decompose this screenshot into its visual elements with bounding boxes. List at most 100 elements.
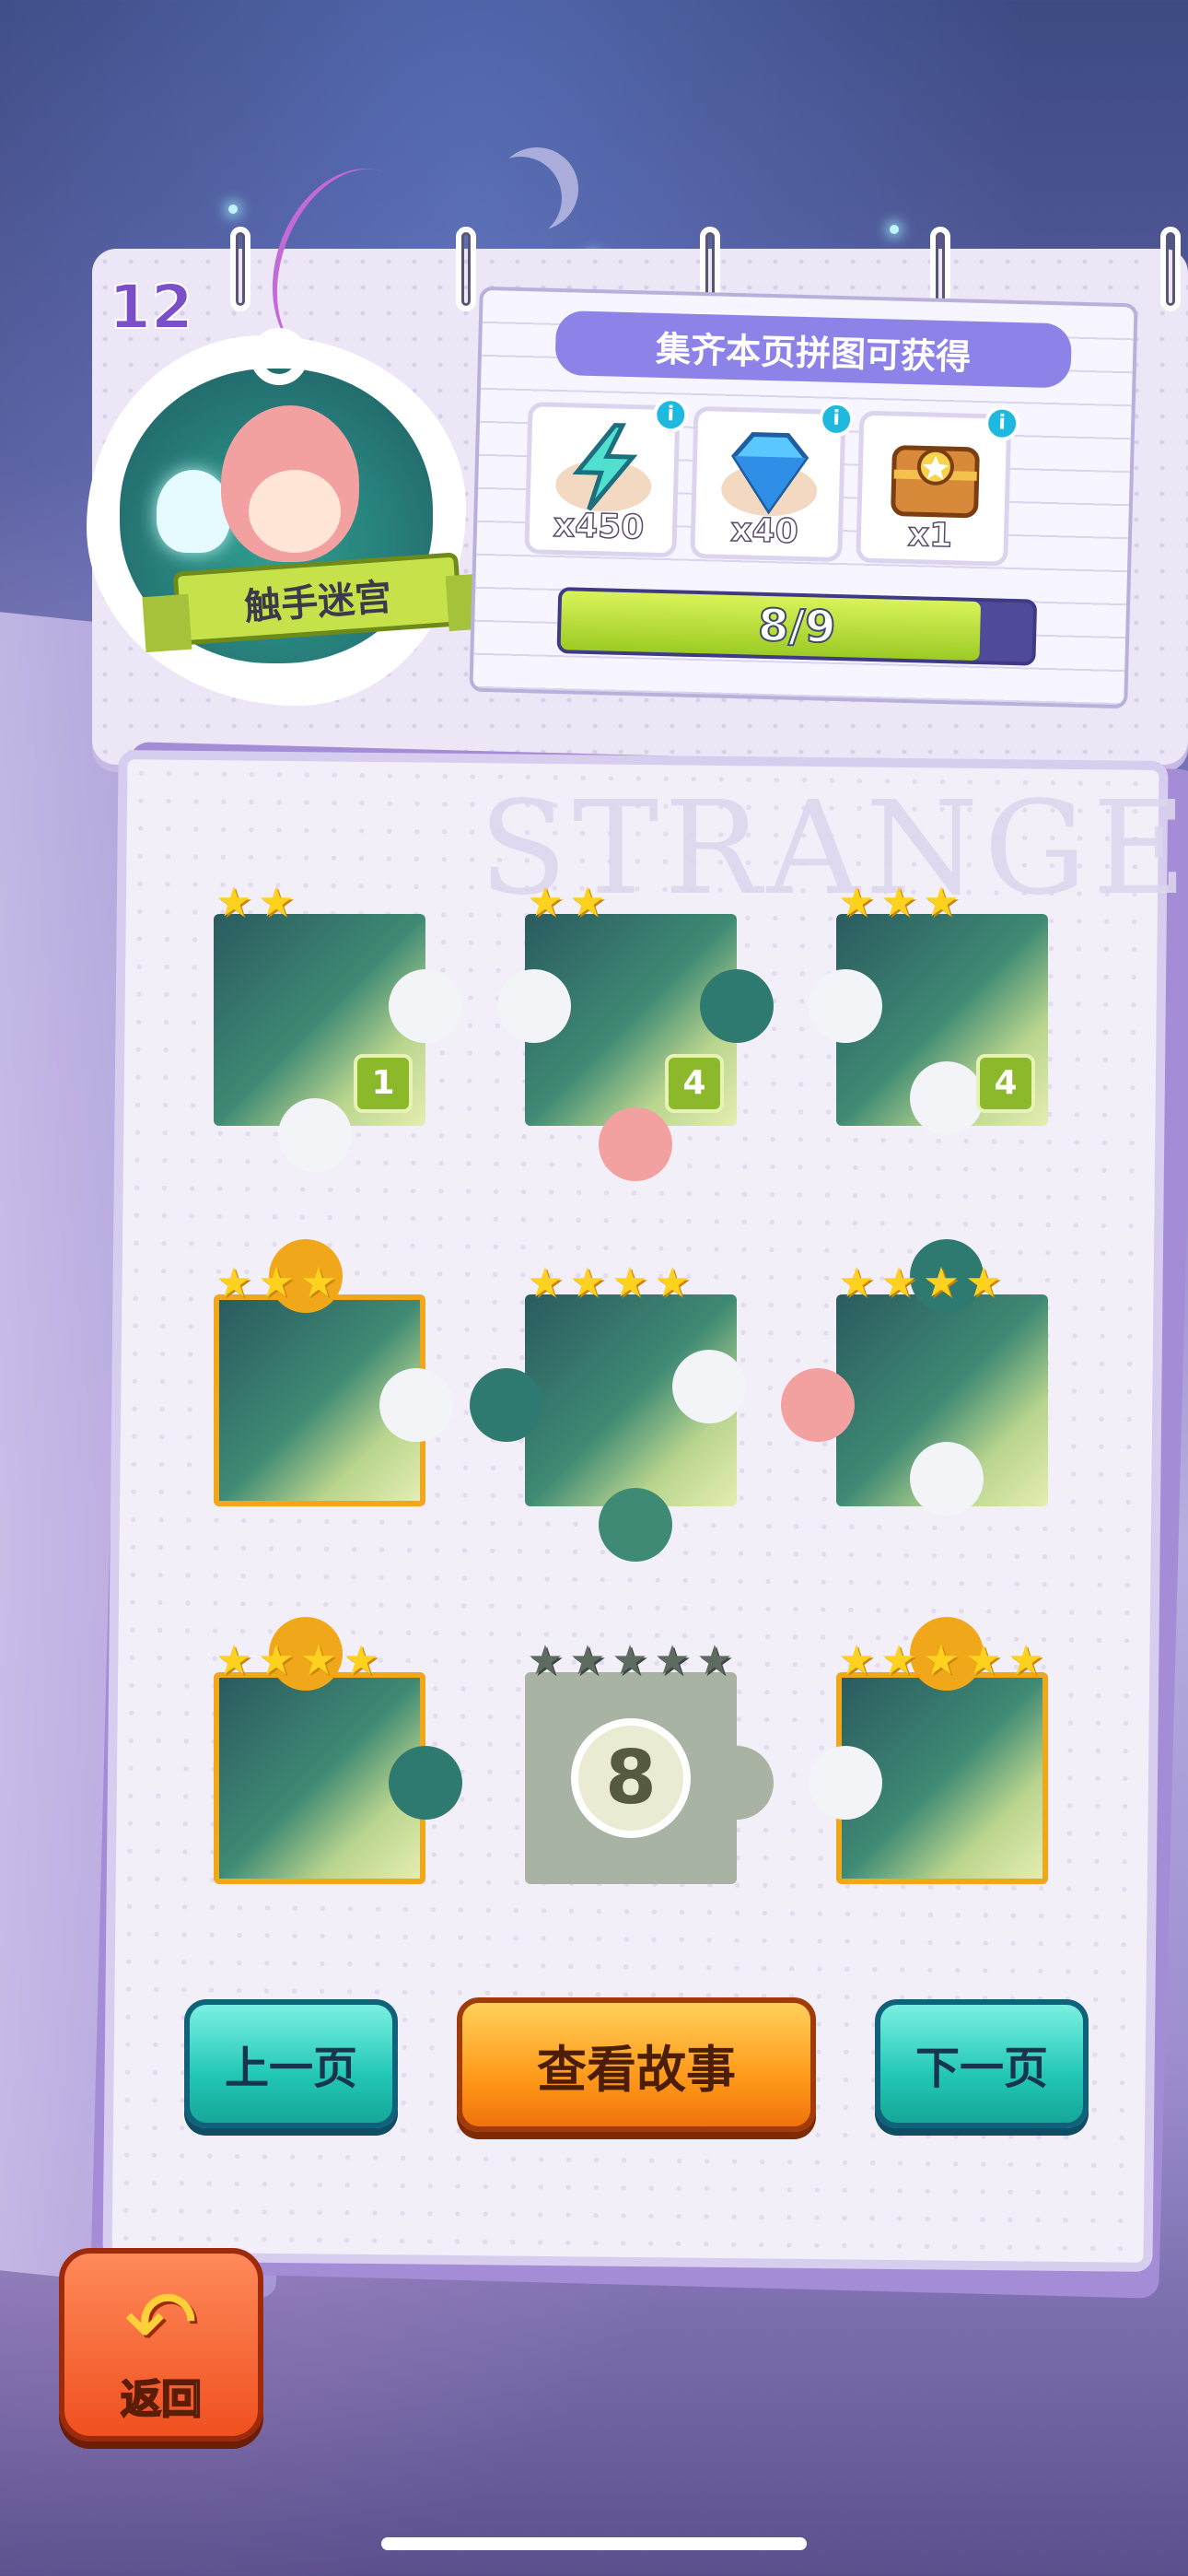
star-icon: ★ — [258, 879, 295, 926]
back-button[interactable]: ↶ 返回 — [59, 2248, 263, 2441]
sparkle-decoration — [890, 225, 899, 234]
puzzle-knob — [278, 1098, 352, 1172]
star-rating: ★ ★ ★ ★ — [525, 1263, 693, 1304]
piece-count-badge: 4 — [665, 1054, 724, 1113]
puzzle-piece[interactable]: ★ ★ ★ ★ — [781, 1239, 1048, 1516]
reward-qty: x450 — [553, 506, 646, 547]
star-icon: ★ — [258, 1637, 295, 1684]
locked-piece-number: 8 — [571, 1718, 691, 1838]
empty-star-icon: ★ — [654, 1637, 691, 1684]
star-rating: ★ ★ ★ ★ — [836, 1263, 1004, 1304]
puzzle-piece[interactable]: ★ ★ ★ ★ — [470, 1263, 746, 1562]
star-rating: ★ ★ ★ — [214, 1263, 339, 1304]
lightning-energy-icon — [555, 423, 652, 512]
star-icon: ★ — [527, 1259, 564, 1306]
piece-count-badge: 1 — [354, 1054, 413, 1113]
puzzle-piece[interactable]: ★ ★ 4 — [497, 883, 774, 1181]
star-icon: ★ — [300, 1259, 337, 1306]
ghost-companion — [157, 470, 230, 553]
info-icon[interactable]: i — [652, 396, 689, 433]
sparkle-decoration — [228, 205, 238, 214]
star-icon: ★ — [611, 1259, 648, 1306]
back-label: 返回 — [120, 2375, 203, 2424]
puzzle-knob — [389, 969, 462, 1043]
star-icon: ★ — [343, 1637, 379, 1684]
puzzle-knob — [809, 969, 882, 1043]
reward-energy[interactable]: x450 i — [524, 396, 689, 558]
star-rating: ★ ★ ★ — [836, 883, 961, 923]
star-icon: ★ — [215, 1637, 252, 1684]
star-icon: ★ — [654, 1259, 691, 1306]
level-badge: 触手迷宫 — [101, 350, 463, 691]
star-icon: ★ — [300, 1637, 337, 1684]
view-story-button[interactable]: 查看故事 — [457, 1997, 816, 2132]
next-page-button[interactable]: 下一页 — [875, 1999, 1089, 2128]
level-number: 12 — [108, 271, 194, 344]
star-icon: ★ — [965, 1259, 1002, 1306]
puzzle-knob — [700, 1746, 774, 1820]
binder-ring — [1160, 227, 1181, 311]
puzzle-knob — [497, 969, 571, 1043]
star-icon: ★ — [215, 1259, 252, 1306]
star-icon: ★ — [527, 879, 564, 926]
binder-ring — [230, 227, 250, 311]
star-icon: ★ — [1007, 1637, 1044, 1684]
prev-page-button[interactable]: 上一页 — [184, 1999, 398, 2128]
star-icon: ★ — [838, 879, 875, 926]
collection-progress-bar: 8/9 — [556, 587, 1038, 666]
puzzle-knob — [809, 1746, 882, 1820]
character-face — [249, 470, 341, 553]
puzzle-piece[interactable]: ★ ★ ★ ★ — [214, 1617, 462, 1884]
star-rating: ★ ★ — [214, 883, 297, 923]
puzzle-knob — [781, 1368, 855, 1442]
star-icon: ★ — [880, 1259, 917, 1306]
puzzle-piece-locked[interactable]: ★ ★ ★ ★ ★ 8 — [525, 1641, 774, 1884]
reward-title: 集齐本页拼图可获得 — [554, 310, 1073, 389]
puzzle-knob — [910, 1442, 984, 1516]
empty-star-icon: ★ — [696, 1637, 733, 1684]
star-rating: ★ ★ — [525, 883, 608, 923]
puzzle-knob — [599, 1488, 672, 1562]
star-icon: ★ — [923, 879, 960, 926]
empty-star-icon: ★ — [527, 1637, 564, 1684]
reward-chest[interactable]: x1 i — [856, 405, 1020, 567]
star-rating: ★ ★ ★ ★ ★ — [836, 1641, 1046, 1681]
empty-star-icon: ★ — [611, 1637, 648, 1684]
puzzle-knob — [379, 1368, 453, 1442]
puzzle-knob — [910, 1061, 984, 1135]
reward-qty: x40 — [729, 510, 799, 551]
empty-star-icon: ★ — [569, 1637, 606, 1684]
puzzle-piece[interactable]: ★ ★ ★ ★ ★ — [809, 1617, 1048, 1884]
star-icon: ★ — [880, 1637, 917, 1684]
puzzle-knob — [599, 1107, 672, 1181]
reward-panel: 集齐本页拼图可获得 x450 i x40 i x1 i 8/9 — [469, 286, 1138, 709]
star-icon: ★ — [880, 879, 917, 926]
moon-decoration — [479, 157, 562, 240]
piece-count-badge: 4 — [976, 1054, 1035, 1113]
home-indicator[interactable] — [381, 2537, 807, 2550]
star-rating: ★ ★ ★ ★ ★ — [525, 1641, 735, 1681]
reward-diamond[interactable]: x40 i — [690, 401, 855, 563]
reward-qty: x1 — [907, 515, 954, 556]
star-icon: ★ — [965, 1637, 1002, 1684]
star-rating: ★ ★ ★ ★ — [214, 1641, 381, 1681]
star-icon: ★ — [838, 1637, 875, 1684]
puzzle-piece[interactable]: ★ ★ ★ 4 — [809, 883, 1048, 1135]
blue-diamond-icon — [721, 432, 818, 517]
info-icon[interactable]: i — [984, 405, 1020, 442]
treasure-chest-icon — [891, 445, 980, 519]
return-arrow-icon: ↶ — [123, 2271, 199, 2374]
puzzle-knob — [470, 1368, 543, 1442]
binder-ring — [456, 227, 476, 311]
puzzle-knob — [700, 969, 774, 1043]
star-icon: ★ — [569, 879, 606, 926]
star-icon: ★ — [838, 1259, 875, 1306]
tag-ring — [250, 328, 308, 385]
puzzle-knob — [672, 1350, 746, 1423]
info-icon[interactable]: i — [818, 401, 855, 438]
puzzle-piece[interactable]: ★ ★ 1 — [214, 883, 462, 1172]
star-icon: ★ — [923, 1259, 960, 1306]
star-icon: ★ — [569, 1259, 606, 1306]
puzzle-piece[interactable]: ★ ★ ★ — [214, 1239, 453, 1506]
star-icon: ★ — [258, 1259, 295, 1306]
